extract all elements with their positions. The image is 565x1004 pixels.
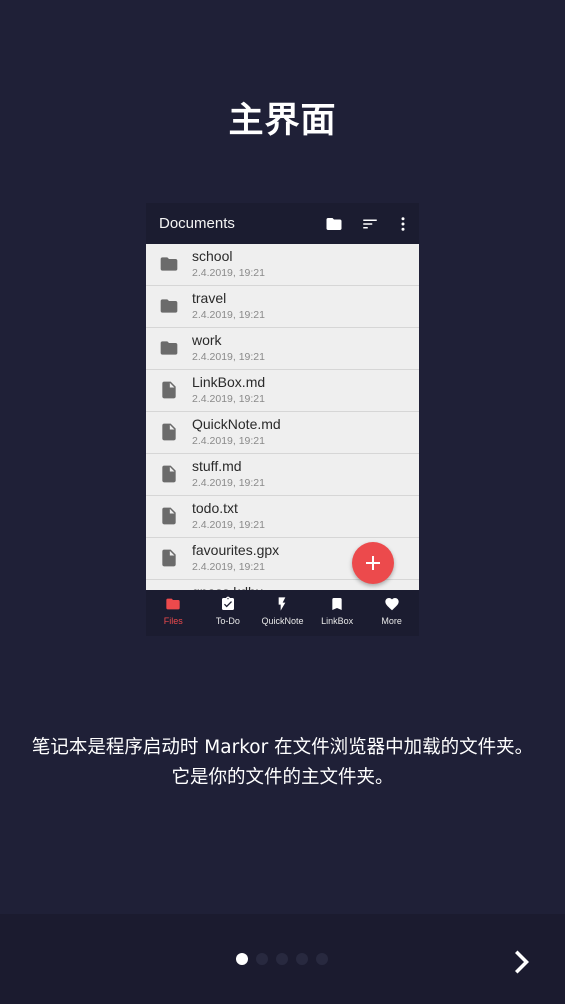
file-date: 2.4.2019, 19:21 [192, 351, 265, 363]
app-bar: Documents [146, 203, 419, 244]
nav-item-label: To-Do [215, 616, 240, 626]
phone-mockup: Documents school 2.4.2019, 19:21 travel 2.4… [146, 203, 419, 636]
file-list-item[interactable]: QuickNote.md 2.4.2019, 19:21 [146, 412, 419, 454]
page-dot[interactable] [316, 953, 328, 965]
file-date: 2.4.2019, 19:21 [192, 561, 265, 573]
file-list-item[interactable]: school 2.4.2019, 19:21 [146, 244, 419, 286]
file-list-item[interactable]: stuff.md 2.4.2019, 19:21 [146, 454, 419, 496]
page-dot[interactable] [256, 953, 268, 965]
file-icon [159, 422, 179, 442]
folder-icon [159, 296, 179, 316]
app-bar-title: Documents [159, 215, 235, 232]
file-list-item[interactable]: work 2.4.2019, 19:21 [146, 328, 419, 370]
file-date: 2.4.2019, 19:21 [192, 267, 265, 279]
add-button[interactable] [352, 542, 394, 584]
page-dot[interactable] [276, 953, 288, 965]
file-date: 2.4.2019, 19:21 [192, 393, 265, 405]
file-icon [159, 548, 179, 568]
file-name: todo.txt [192, 500, 238, 516]
page-indicator [236, 953, 328, 965]
nav-item-linkbox[interactable]: LinkBox [310, 590, 365, 636]
nav-item-quicknote[interactable]: QuickNote [255, 590, 310, 636]
file-date: 2.4.2019, 19:21 [192, 519, 265, 531]
nav-item-to-do[interactable]: To-Do [201, 590, 256, 636]
file-date: 2.4.2019, 19:21 [192, 309, 265, 321]
nav-item-files[interactable]: Files [146, 590, 201, 636]
nav-item-label: QuickNote [261, 616, 304, 626]
folder-icon [159, 338, 179, 358]
file-list: school 2.4.2019, 19:21 travel 2.4.2019, 19:… [146, 244, 419, 590]
file-name: QuickNote.md [192, 416, 281, 432]
more-vert-icon[interactable] [394, 215, 412, 233]
folder-icon [159, 254, 179, 274]
file-date: 2.4.2019, 19:21 [192, 435, 265, 447]
file-list-item[interactable]: todo.txt 2.4.2019, 19:21 [146, 496, 419, 538]
file-list-item[interactable]: travel 2.4.2019, 19:21 [146, 286, 419, 328]
file-name: favourites.gpx [192, 542, 280, 558]
chevron-right-icon[interactable] [504, 946, 536, 978]
folder-icon[interactable] [325, 215, 343, 233]
file-name: travel [192, 290, 227, 306]
page-title: 主界面 [228, 101, 337, 141]
file-icon [159, 464, 179, 484]
file-name: school [192, 248, 233, 264]
nav-item-label: Files [163, 616, 183, 626]
nav-item-label: LinkBox [321, 616, 354, 626]
plus-icon [366, 556, 380, 570]
file-date: 2.4.2019, 19:21 [192, 477, 265, 489]
file-list-item[interactable]: LinkBox.md 2.4.2019, 19:21 [146, 370, 419, 412]
page-description: 笔记本是程序启动时 Markor 在文件浏览器中加载的文件夹。它是你的文件的主文… [31, 737, 534, 788]
page-dot[interactable] [236, 953, 248, 965]
file-icon [159, 380, 179, 400]
footer-bar [0, 914, 565, 1004]
file-icon [159, 506, 179, 526]
file-name: stuff.md [192, 458, 242, 474]
nav-item-more[interactable]: More [364, 590, 419, 636]
nav-item-label: More [381, 616, 402, 626]
file-name: work [192, 332, 222, 348]
bottom-nav: Files To-Do QuickNote LinkBox More [146, 590, 419, 636]
sort-icon[interactable] [361, 215, 379, 233]
file-name: LinkBox.md [192, 374, 266, 390]
page-dot[interactable] [296, 953, 308, 965]
